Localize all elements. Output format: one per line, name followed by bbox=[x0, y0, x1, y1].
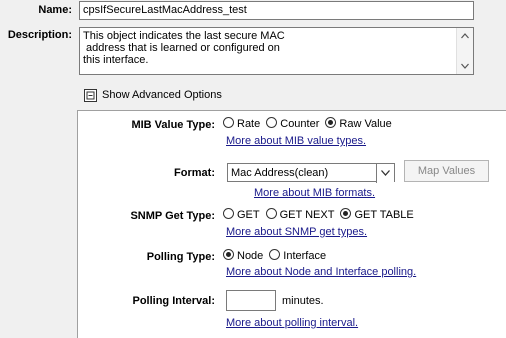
polling-interval-unit: minutes. bbox=[282, 295, 324, 307]
map-values-label: Map Values bbox=[417, 165, 476, 177]
radio-button[interactable] bbox=[325, 117, 337, 128]
radio-get-next-label: GET NEXT bbox=[279, 209, 335, 221]
mib-value-type-label: MIB Value Type: bbox=[131, 119, 215, 131]
format-dropdown[interactable]: Mac Address(clean) bbox=[227, 163, 395, 183]
radio-counter-label: Counter bbox=[280, 118, 320, 130]
format-label: Format: bbox=[174, 167, 215, 179]
radio-get-table[interactable]: GET TABLE bbox=[340, 208, 414, 221]
radio-node[interactable]: Node bbox=[223, 249, 263, 262]
scroll-up-icon[interactable] bbox=[461, 33, 469, 39]
scroll-down-icon[interactable] bbox=[461, 63, 469, 69]
polling-type-options: Node Interface bbox=[223, 249, 332, 262]
radio-rate-label: Rate bbox=[237, 118, 261, 130]
description-line: address that is learned or configured on bbox=[83, 42, 280, 54]
description-label: Description: bbox=[7, 29, 72, 41]
mib-value-type-options: Rate Counter Raw Value bbox=[223, 117, 398, 130]
chevron-down-icon[interactable] bbox=[381, 170, 390, 176]
radio-node-label: Node bbox=[237, 250, 264, 262]
polling-interval-link[interactable]: More about polling interval. bbox=[226, 317, 358, 329]
radio-get-next[interactable]: GET NEXT bbox=[265, 208, 335, 221]
polling-link[interactable]: More about Node and Interface polling. bbox=[226, 266, 416, 278]
description-scrollbar[interactable] bbox=[456, 28, 473, 74]
polling-interval-label: Polling Interval: bbox=[132, 295, 215, 307]
radio-button[interactable] bbox=[266, 117, 278, 128]
radio-button[interactable] bbox=[223, 117, 234, 128]
dropdown-button[interactable] bbox=[376, 164, 394, 183]
radio-raw-value-label: Raw Value bbox=[339, 118, 392, 130]
polling-type-label: Polling Type: bbox=[146, 251, 215, 263]
mib-formats-link[interactable]: More about MIB formats. bbox=[254, 187, 375, 199]
radio-raw-value[interactable]: Raw Value bbox=[325, 117, 392, 130]
radio-button[interactable] bbox=[223, 208, 234, 219]
snmp-get-type-options: GET GET NEXT GET TABLE bbox=[223, 208, 420, 221]
mib-value-types-link[interactable]: More about MIB value types. bbox=[226, 135, 366, 147]
map-values-button[interactable]: Map Values bbox=[404, 160, 489, 182]
radio-interface-label: Interface bbox=[283, 250, 327, 262]
collapse-minus-icon[interactable] bbox=[84, 89, 97, 102]
snmp-get-type-label: SNMP Get Type: bbox=[130, 210, 215, 222]
radio-rate[interactable]: Rate bbox=[223, 117, 260, 130]
description-field[interactable]: This object indicates the last secure MA… bbox=[79, 27, 474, 75]
radio-button[interactable] bbox=[223, 249, 234, 260]
radio-get-table-label: GET TABLE bbox=[354, 209, 414, 221]
radio-get-label: GET bbox=[237, 209, 260, 221]
snmp-get-types-link[interactable]: More about SNMP get types. bbox=[226, 226, 367, 238]
radio-button[interactable] bbox=[340, 208, 352, 219]
radio-counter[interactable]: Counter bbox=[266, 117, 319, 130]
radio-interface[interactable]: Interface bbox=[269, 249, 326, 262]
name-field[interactable]: cpsIfSecureLastMacAddress_test bbox=[79, 1, 474, 20]
radio-button[interactable] bbox=[265, 208, 277, 219]
description-line: this interface. bbox=[83, 54, 149, 66]
radio-get[interactable]: GET bbox=[223, 208, 260, 221]
radio-button[interactable] bbox=[269, 249, 281, 260]
polling-interval-field[interactable] bbox=[226, 290, 276, 311]
show-advanced-label[interactable]: Show Advanced Options bbox=[102, 89, 222, 101]
description-line: This object indicates the last secure MA… bbox=[83, 30, 285, 42]
format-selected: Mac Address(clean) bbox=[231, 167, 329, 179]
name-label: Name: bbox=[38, 4, 72, 16]
